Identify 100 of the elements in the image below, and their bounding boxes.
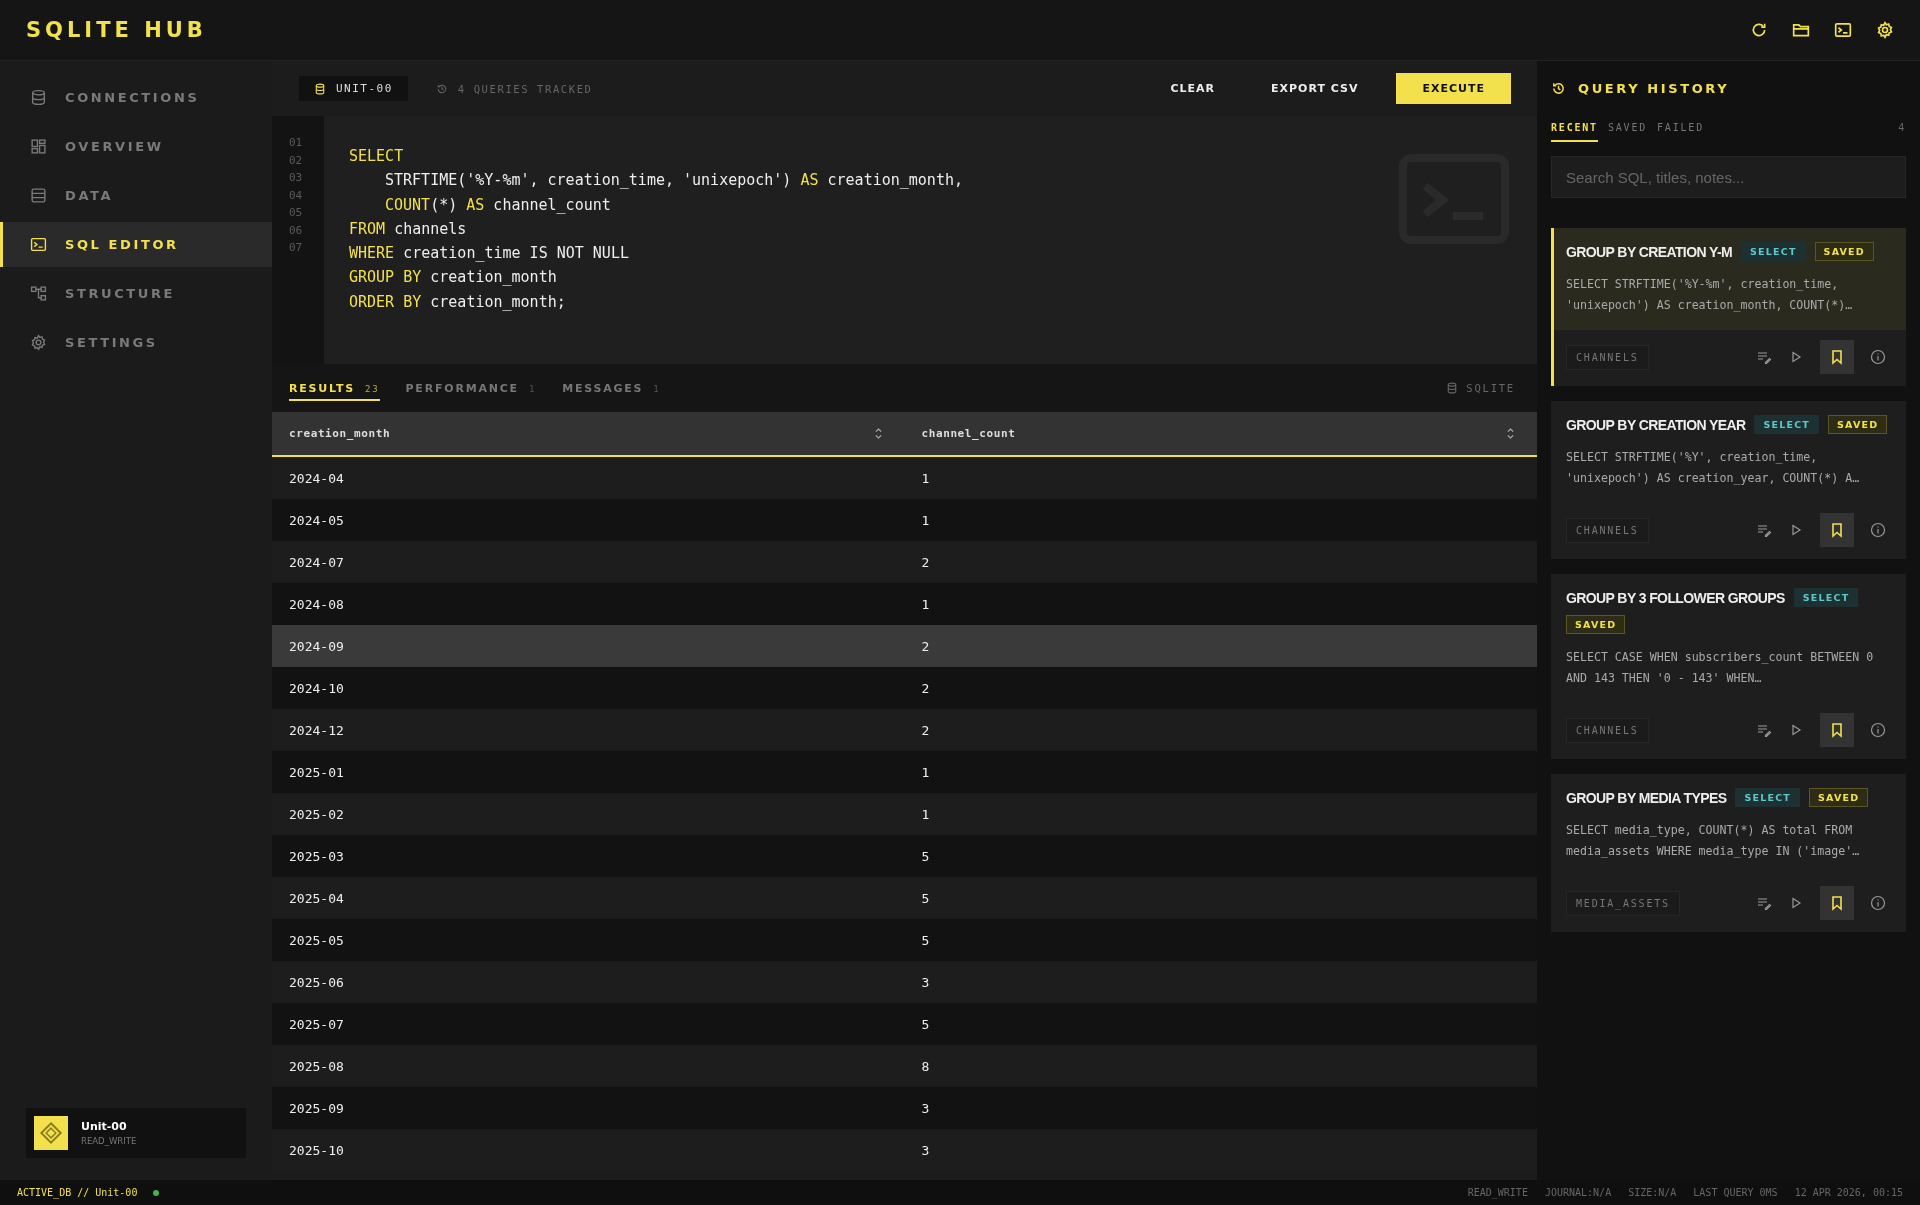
toolbar-button[interactable]: EXECUTE — [1396, 73, 1511, 104]
results-tab[interactable]: MESSAGES 1 — [562, 375, 661, 401]
query-card[interactable]: GROUP BY CREATION YEAR SELECT SAVED SELECT STRFTIME('%Y', creation_time, 'unixepoch') AS creation_year, COUNT(*) A… CHANNELS — [1551, 401, 1906, 559]
table-cell-text: 3 — [920, 1142, 931, 1158]
bookmark-button[interactable] — [1820, 713, 1854, 747]
nav-item[interactable]: CONNECTIONS — [0, 75, 272, 120]
query-card[interactable]: GROUP BY 3 FOLLOWER GROUPS SELECT SAVED SELECT CASE WHEN subscribers_count BETWEEN 0 AND 143 THEN '0 - 143' WHEN… CHANNELS — [1551, 574, 1906, 759]
query-card[interactable]: GROUP BY CREATION Y-M SELECT SAVED SELECT STRFTIME('%Y-%m', creation_time, 'unixepoch') AS creation_month, COUNT(*)… CHANNELS — [1551, 228, 1906, 386]
info-icon[interactable] — [1870, 349, 1886, 365]
table-row[interactable]: 2025-07 5 — [272, 1003, 1537, 1045]
status-item: LAST QUERY 0MS — [1693, 1187, 1778, 1198]
table-tag: CHANNELS — [1566, 717, 1649, 743]
status-item: JOURNAL:N/A — [1544, 1187, 1612, 1198]
settings-icon — [30, 334, 47, 351]
bookmark-button[interactable] — [1820, 340, 1854, 374]
edit-list-icon[interactable] — [1756, 349, 1772, 365]
settings-icon[interactable] — [1876, 21, 1894, 39]
code-line: ORDER BY creation_month; — [349, 291, 567, 313]
edit-list-icon[interactable] — [1756, 722, 1772, 738]
table-cell-text: 5 — [920, 932, 931, 948]
connection-name: Unit-00 — [81, 1120, 128, 1133]
toolbar-button[interactable]: CLEAR — [1152, 73, 1233, 104]
line-number: 03 — [288, 171, 304, 186]
table-cell-text: 2024-12 — [288, 722, 345, 738]
history-count: 4 — [1898, 122, 1906, 133]
query-preview: SELECT STRFTIME('%Y', creation_time, 'unixepoch') AS creation_year, COUNT(*) A… — [1566, 449, 1861, 487]
tracked-count: 4 QUERIES TRACKED — [457, 82, 593, 95]
history-tab[interactable]: RECENT — [1551, 122, 1598, 142]
nav-item[interactable]: SETTINGS — [0, 320, 272, 365]
query-card[interactable]: GROUP BY MEDIA TYPES SELECT SAVED SELECT media_type, COUNT(*) AS total FROM media_assets WHERE media_type IN ('image'… MEDIA_ASSETS — [1551, 774, 1906, 932]
table-row[interactable]: 2025-09 3 — [272, 1087, 1537, 1129]
table-cell-text: 5 — [920, 848, 931, 864]
line-number: 06 — [288, 223, 304, 239]
table-cell-text: 2 — [920, 638, 931, 654]
table-cell-text: 2025-01 — [288, 764, 345, 780]
bookmark-button[interactable] — [1820, 886, 1854, 920]
history-tab[interactable]: SAVED — [1607, 122, 1648, 142]
sort-icon[interactable] — [1506, 427, 1515, 440]
app-title: SQLITE HUB — [26, 18, 207, 42]
table-cell-text: 2025-05 — [288, 932, 345, 948]
column-header[interactable]: creation_month — [272, 412, 905, 455]
table-cell-text: 2 — [920, 722, 931, 738]
code-line: SELECT — [349, 146, 405, 167]
table-cell-text: 2025-03 — [288, 848, 345, 864]
connection-card[interactable]: Unit-00 READ_WRITE — [26, 1108, 246, 1158]
table-cell-text: 5 — [920, 890, 931, 906]
folder-icon[interactable] — [1792, 21, 1810, 39]
terminal-icon — [30, 236, 47, 253]
column-header[interactable]: channel_count — [904, 412, 1537, 455]
status-item: READ_WRITE — [1467, 1187, 1528, 1198]
edit-list-icon[interactable] — [1756, 522, 1772, 538]
info-icon[interactable] — [1870, 722, 1886, 738]
active-database: ACTIVE_DB // Unit-00 — [17, 1187, 138, 1198]
table-cell-text: 2024-08 — [288, 596, 345, 612]
info-icon[interactable] — [1870, 895, 1886, 911]
table-row[interactable]: 2024-05 1 — [272, 499, 1537, 541]
line-number: 02 — [288, 153, 304, 169]
refresh-icon[interactable] — [1750, 21, 1768, 39]
edit-list-icon[interactable] — [1756, 895, 1772, 911]
table-cell-text: 2025-10 — [288, 1142, 345, 1158]
table-row[interactable]: 2024-08 1 — [272, 583, 1537, 625]
code-line: WHERE creation_time IS NOT NULL — [349, 243, 630, 265]
query-type-tag: SELECT — [1735, 788, 1800, 807]
table-tag: MEDIA_ASSETS — [1566, 890, 1680, 916]
bookmark-button[interactable] — [1820, 513, 1854, 547]
table-cell-text: 1 — [920, 512, 931, 528]
line-number: 01 — [288, 136, 304, 151]
results-tab[interactable]: RESULTS 23 — [289, 375, 380, 401]
terminal-icon[interactable] — [1834, 21, 1852, 39]
history-tab[interactable]: FAILED — [1657, 122, 1704, 142]
history-icon — [435, 82, 448, 95]
table-row[interactable]: 2024-10 2 — [272, 667, 1537, 709]
connection-mode: READ_WRITE — [81, 1136, 137, 1146]
info-icon[interactable] — [1870, 522, 1886, 538]
query-type-tag: SELECT — [1741, 242, 1806, 261]
database-chip[interactable]: UNIT-00 — [299, 76, 408, 101]
toolbar-button[interactable]: EXPORT CSV — [1253, 73, 1377, 104]
bookmark-icon — [1829, 522, 1845, 538]
table-row[interactable]: 2025-03 5 — [272, 835, 1537, 877]
table-cell-text: 2024-05 — [288, 512, 345, 528]
nav-item[interactable]: SQL EDITOR — [0, 222, 272, 267]
table-cell-text: 2025-08 — [288, 1058, 345, 1074]
nav-item[interactable]: STRUCTURE — [0, 271, 272, 316]
table-row[interactable]: 2025-05 5 — [272, 919, 1537, 961]
table-row[interactable]: 2024-09 2 — [272, 625, 1537, 667]
table-cell-text: 3 — [920, 1100, 931, 1116]
table-row[interactable]: 2025-01 1 — [272, 751, 1537, 793]
query-title: GROUP BY CREATION YEAR — [1566, 416, 1746, 433]
nav-item[interactable]: OVERVIEW — [0, 124, 272, 169]
results-tab[interactable]: PERFORMANCE 1 — [405, 375, 537, 401]
code-line: GROUP BY creation_month — [349, 267, 558, 289]
bookmark-icon — [1829, 895, 1845, 911]
sort-icon[interactable] — [873, 427, 883, 440]
table-cell-text: 8 — [920, 1058, 931, 1074]
nav-item[interactable]: DATA — [0, 173, 272, 218]
table-tag: CHANNELS — [1566, 344, 1649, 370]
query-title: GROUP BY 3 FOLLOWER GROUPS — [1566, 589, 1785, 606]
search-field[interactable]: Search SQL, titles, notes... — [1551, 156, 1906, 198]
table-cell-text: 5 — [920, 1016, 931, 1032]
table-cell-text: 2025-02 — [288, 806, 345, 822]
